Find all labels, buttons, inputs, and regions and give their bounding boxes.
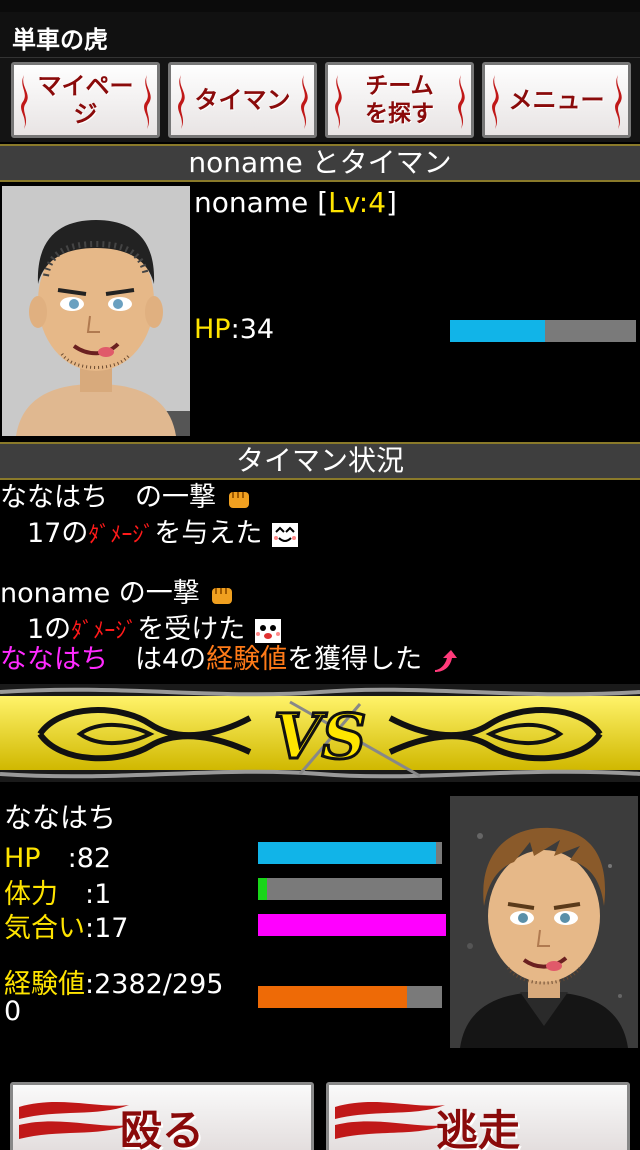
attack-button-label: 殴る (119, 1106, 204, 1150)
player-hp-bar-fill (258, 842, 437, 864)
player-exp-bar-fill (258, 986, 408, 1008)
enemy-level: Lv:4 (328, 186, 387, 219)
exp-text: 経験値 (206, 644, 288, 675)
nav-find-team-button[interactable]: チームを探す (325, 62, 474, 138)
enemy-name-line: noname [Lv:4] (194, 186, 397, 219)
app-title-bar: 単車の虎 (0, 12, 640, 58)
log-text: の一撃 (110, 578, 200, 609)
player-exp-line: 経験値:2382/295 (4, 962, 223, 1001)
player-avatar-image (450, 796, 638, 1048)
player-spirit-bar (258, 914, 446, 936)
nav-menu-button[interactable]: メニュー (482, 62, 631, 138)
nav-find-team-label: チームを探す (365, 72, 434, 127)
enemy-avatar-image (2, 186, 190, 436)
player-hp-value: :82 (40, 843, 112, 874)
battle-log: ななはち の一撃 17のﾀﾞﾒｰｼﾞを与えた noname の一撃 1のﾀﾞﾒｰ… (0, 480, 640, 680)
vs-text: VS (274, 700, 367, 773)
player-spirit-bar-fill (258, 914, 446, 936)
log-text: の一撃 (108, 482, 216, 513)
player-exp-value: :2382/295 (85, 969, 224, 1000)
log-player-name: ななはち (0, 482, 108, 513)
arrow-up-icon (434, 649, 457, 672)
flame-icon (335, 75, 342, 129)
player-avatar (450, 796, 638, 1048)
player-hp-label: HP (4, 843, 41, 874)
battle-section-header: タイマン状況 (0, 442, 640, 480)
log-line-1: ななはち の一撃 (0, 480, 253, 516)
status-bar (0, 0, 640, 12)
enemy-hp-bar-fill (450, 320, 545, 342)
player-hp-bar (258, 842, 442, 864)
nav-mypage-label: マイページ (37, 71, 134, 128)
log-text: 1の (0, 614, 72, 645)
player-stamina-bar-fill (258, 878, 268, 900)
player-name: ななはち (4, 801, 117, 834)
damage-text: ﾀﾞﾒｰｼﾞ (88, 523, 155, 548)
log-text: を受けた (137, 614, 246, 645)
log-line-2: 17のﾀﾞﾒｰｼﾞを与えた (0, 516, 299, 554)
smile-emoji-icon (271, 522, 298, 547)
flee-button[interactable]: 逃走 (326, 1082, 630, 1150)
player-exp-line-2: 0 (4, 996, 22, 1027)
log-text: 17の (0, 518, 89, 549)
enemy-hp-bar (450, 320, 636, 342)
player-stamina-bar (258, 878, 442, 900)
enemy-name: noname (194, 186, 309, 219)
enemy-level-close: ] (386, 186, 397, 219)
player-hp-line: HP :82 (4, 836, 111, 875)
nav-taiman-button[interactable]: タイマン (168, 62, 317, 138)
log-player-name: ななはち (0, 644, 108, 675)
nav-bar: マイページ タイマン チームを探す メニュー (0, 58, 640, 142)
enemy-avatar (2, 186, 190, 436)
log-line-3: noname の一撃 (0, 576, 236, 612)
log-enemy-name: noname (0, 578, 111, 609)
app-title: 単車の虎 (12, 26, 108, 54)
fist-icon (228, 491, 249, 508)
enemy-hp-value: :34 (230, 314, 275, 345)
shocked-emoji-icon (254, 618, 281, 643)
enemy-hp-line: HP:34 (194, 314, 274, 345)
nav-mypage-button[interactable]: マイページ (11, 62, 160, 138)
player-spirit-label: 気合い (4, 913, 85, 944)
vs-banner: VS (0, 684, 640, 782)
enemy-level-open: [ (308, 186, 329, 219)
flame-icon (458, 75, 465, 129)
player-spirit-line: 気合い:17 (4, 906, 128, 945)
enemy-section-header: noname とタイマン (0, 144, 640, 182)
log-text: は4の (108, 644, 207, 675)
fist-icon (212, 587, 233, 604)
attack-button[interactable]: 殴る (10, 1082, 314, 1150)
nav-menu-label: メニュー (508, 85, 605, 114)
log-text: を獲得した (287, 644, 423, 675)
enemy-hp-label: HP (194, 314, 231, 345)
vs-banner-art: VS (0, 684, 640, 782)
damage-text: ﾀﾞﾒｰｼﾞ (71, 619, 138, 644)
player-exp-bar (258, 986, 442, 1008)
log-text: を与えた (154, 518, 263, 549)
player-spirit-value: :17 (85, 913, 129, 944)
flee-button-label: 逃走 (435, 1106, 520, 1150)
nav-taiman-label: タイマン (194, 85, 291, 114)
log-line-5: ななはち は4の経験値を獲得した (0, 642, 459, 678)
